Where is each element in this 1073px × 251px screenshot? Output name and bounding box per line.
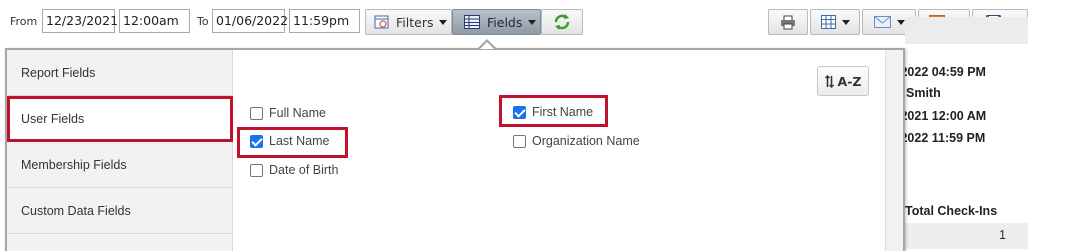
fields-label: Fields [487,14,523,30]
to-date-input[interactable]: 01/06/2022 [212,9,288,33]
sidebar-item-membership-fields[interactable]: Membership Fields [7,142,233,188]
checkbox-checked[interactable] [250,134,263,148]
filters-label: Filters [396,14,434,30]
from-time-input[interactable]: 12:00am [119,9,190,33]
fields-popup: Report Fields User Fields Membership Fie… [5,48,905,251]
field-label: Organization Name [532,134,640,148]
checkbox-checked[interactable] [513,105,526,119]
field-option-first-name[interactable]: First Name [513,105,593,119]
report-header-strip [905,17,1028,44]
refresh-button[interactable] [541,9,583,35]
print-button[interactable] [768,9,808,35]
chevron-down-icon [841,19,850,25]
field-option-last-name[interactable]: Last Name [250,134,329,148]
sidebar-item-report-fields[interactable]: Report Fields [7,50,233,96]
field-option-full-name[interactable]: Full Name [250,106,326,120]
refresh-icon [553,13,571,31]
email-icon [873,16,891,28]
field-option-date-of-birth[interactable]: Date of Birth [250,163,338,177]
report-text-line: /2022 04:59 PM [897,65,986,79]
table-cell-value: 1 [999,228,1006,242]
sort-icon [824,74,834,88]
table-cell: 1 [905,223,1028,249]
from-date-input[interactable]: 12/23/2021 [42,9,118,33]
field-label: Last Name [269,134,330,148]
field-option-organization-name[interactable]: Organization Name [513,134,640,148]
chevron-down-icon [439,19,448,25]
report-text-line: /2021 12:00 AM [897,109,987,123]
report-text-line: /2022 11:59 PM [897,131,986,145]
fields-button[interactable]: Fields [452,9,541,35]
to-label: To [197,15,209,28]
checkbox[interactable] [250,163,263,177]
field-label: Full Name [269,106,326,120]
field-category-sidebar: Report Fields User Fields Membership Fie… [7,50,233,251]
sidebar-item-custom-data-fields[interactable]: Custom Data Fields [7,188,233,234]
grid-icon [820,15,836,29]
field-label: First Name [532,105,594,119]
column-header-total-checkins: Total Check-Ins [905,204,998,218]
sort-label: A-Z [837,73,862,89]
popup-scrollbar[interactable] [885,50,903,251]
filter-icon [374,14,390,30]
field-label: Date of Birth [269,163,339,177]
to-time-input[interactable]: 11:59pm [289,9,360,33]
table-icon [464,15,480,29]
grid-menu-button[interactable] [810,9,860,35]
popup-pointer-inner [480,42,494,49]
print-icon [780,15,796,30]
sort-az-button[interactable]: A-Z [817,66,869,96]
sidebar-item-user-fields[interactable]: User Fields [7,96,233,142]
checkbox[interactable] [513,134,526,148]
from-label: From [10,15,38,28]
chevron-down-icon [528,19,537,25]
fields-panel: A-Z Full Name Last Name Date of Birth Fi… [234,50,885,251]
chevron-down-icon [896,19,905,25]
report-text-line: Smith [906,86,941,100]
filters-button[interactable]: Filters [365,9,452,35]
checkbox[interactable] [250,106,263,120]
